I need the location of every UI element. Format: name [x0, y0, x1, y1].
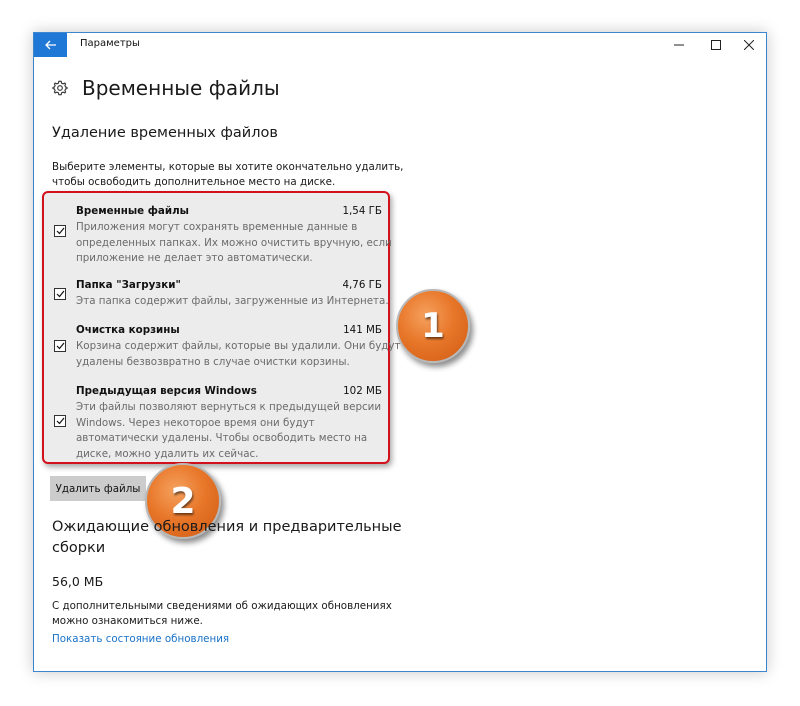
check-icon [56, 290, 64, 298]
settings-window: Параметры Временные файлы Удаление време… [33, 32, 767, 672]
minimize-icon [674, 44, 684, 46]
section-title-pending: Ожидающие обновления и предварительные с… [52, 517, 402, 559]
checkbox-recycle-bin[interactable] [54, 340, 66, 352]
arrow-left-icon [44, 40, 56, 50]
gear-icon [52, 80, 68, 96]
pending-description-line: можно ознакомиться ниже. [52, 615, 203, 627]
item-title: Предыдущая версия Windows [76, 385, 257, 397]
pending-description: С дополнительными сведениями об ожидающи… [52, 599, 392, 629]
pending-size: 56,0 МБ [52, 574, 104, 589]
item-title: Временные файлы [76, 205, 189, 217]
back-button[interactable] [34, 33, 67, 57]
item-description-line: приложение не делает это автоматически. [76, 252, 313, 264]
check-icon [56, 342, 64, 350]
cleanup-items-list: Временные файлы 1,54 ГБ Приложения могут… [42, 191, 401, 464]
cleanup-description-line: чтобы освободить дополнительное место на… [52, 176, 336, 188]
item-title: Очистка корзины [76, 324, 180, 336]
item-size: 4,76 ГБ [342, 279, 382, 291]
item-size: 141 МБ [343, 324, 382, 336]
annotation-badge-1: 1 [396, 289, 470, 363]
item-description-line: Windows. Через некоторое время они будут [76, 416, 315, 429]
page-header: Временные файлы [52, 76, 280, 100]
item-description-line: удалены безвозвратно в случае очистки ко… [76, 355, 350, 368]
item-description-line: определенных папках. Их можно очистить в… [76, 236, 392, 249]
item-description-line: автоматически удалены. Чтобы освободить … [76, 432, 368, 444]
show-update-status-link[interactable]: Показать состояние обновления [52, 633, 229, 645]
pending-title-line: сборки [52, 540, 106, 556]
delete-files-button[interactable]: Удалить файлы [50, 476, 146, 501]
check-icon [56, 227, 64, 235]
item-description: Корзина содержит файлы, которые вы удали… [76, 339, 401, 370]
pending-description-line: С дополнительными сведениями об ожидающи… [52, 600, 392, 612]
cleanup-description-line: Выберите элементы, которые вы хотите око… [52, 161, 404, 173]
close-icon [744, 40, 754, 50]
item-size: 102 МБ [343, 385, 382, 397]
checkbox-downloads[interactable] [54, 288, 66, 300]
item-description: Эта папка содержит файлы, загруженные из… [76, 294, 389, 310]
page-title: Временные файлы [82, 76, 280, 100]
item-title: Папка "Загрузки" [76, 279, 181, 291]
checkbox-temp-files[interactable] [54, 225, 66, 237]
check-icon [56, 417, 64, 425]
item-description-line: Приложения могут сохранять временные дан… [76, 221, 358, 233]
cleanup-description: Выберите элементы, которые вы хотите око… [52, 160, 404, 190]
item-description: Эти файлы позволяют вернуться к предыдущ… [76, 400, 382, 462]
item-description-line: Эти файлы позволяют вернуться к предыдущ… [76, 401, 382, 413]
checkbox-previous-windows[interactable] [54, 415, 66, 427]
maximize-button[interactable] [699, 33, 733, 57]
pending-title-line: Ожидающие обновления и предварительные [52, 519, 402, 535]
title-bar: Параметры [34, 33, 766, 57]
window-title: Параметры [80, 38, 140, 49]
page: Параметры Временные файлы Удаление време… [0, 0, 800, 706]
section-title-cleanup: Удаление временных файлов [52, 125, 278, 141]
item-description-line: Эта папка содержит файлы, загруженные из… [76, 295, 389, 307]
item-description: Приложения могут сохранять временные дан… [76, 220, 392, 267]
close-button[interactable] [732, 33, 766, 57]
item-size: 1,54 ГБ [342, 205, 382, 217]
minimize-button[interactable] [662, 33, 696, 57]
item-description-line: диске, можно удалить их сейчас. [76, 447, 259, 460]
maximize-icon [711, 40, 721, 50]
item-description-line: Корзина содержит файлы, которые вы удали… [76, 340, 401, 352]
